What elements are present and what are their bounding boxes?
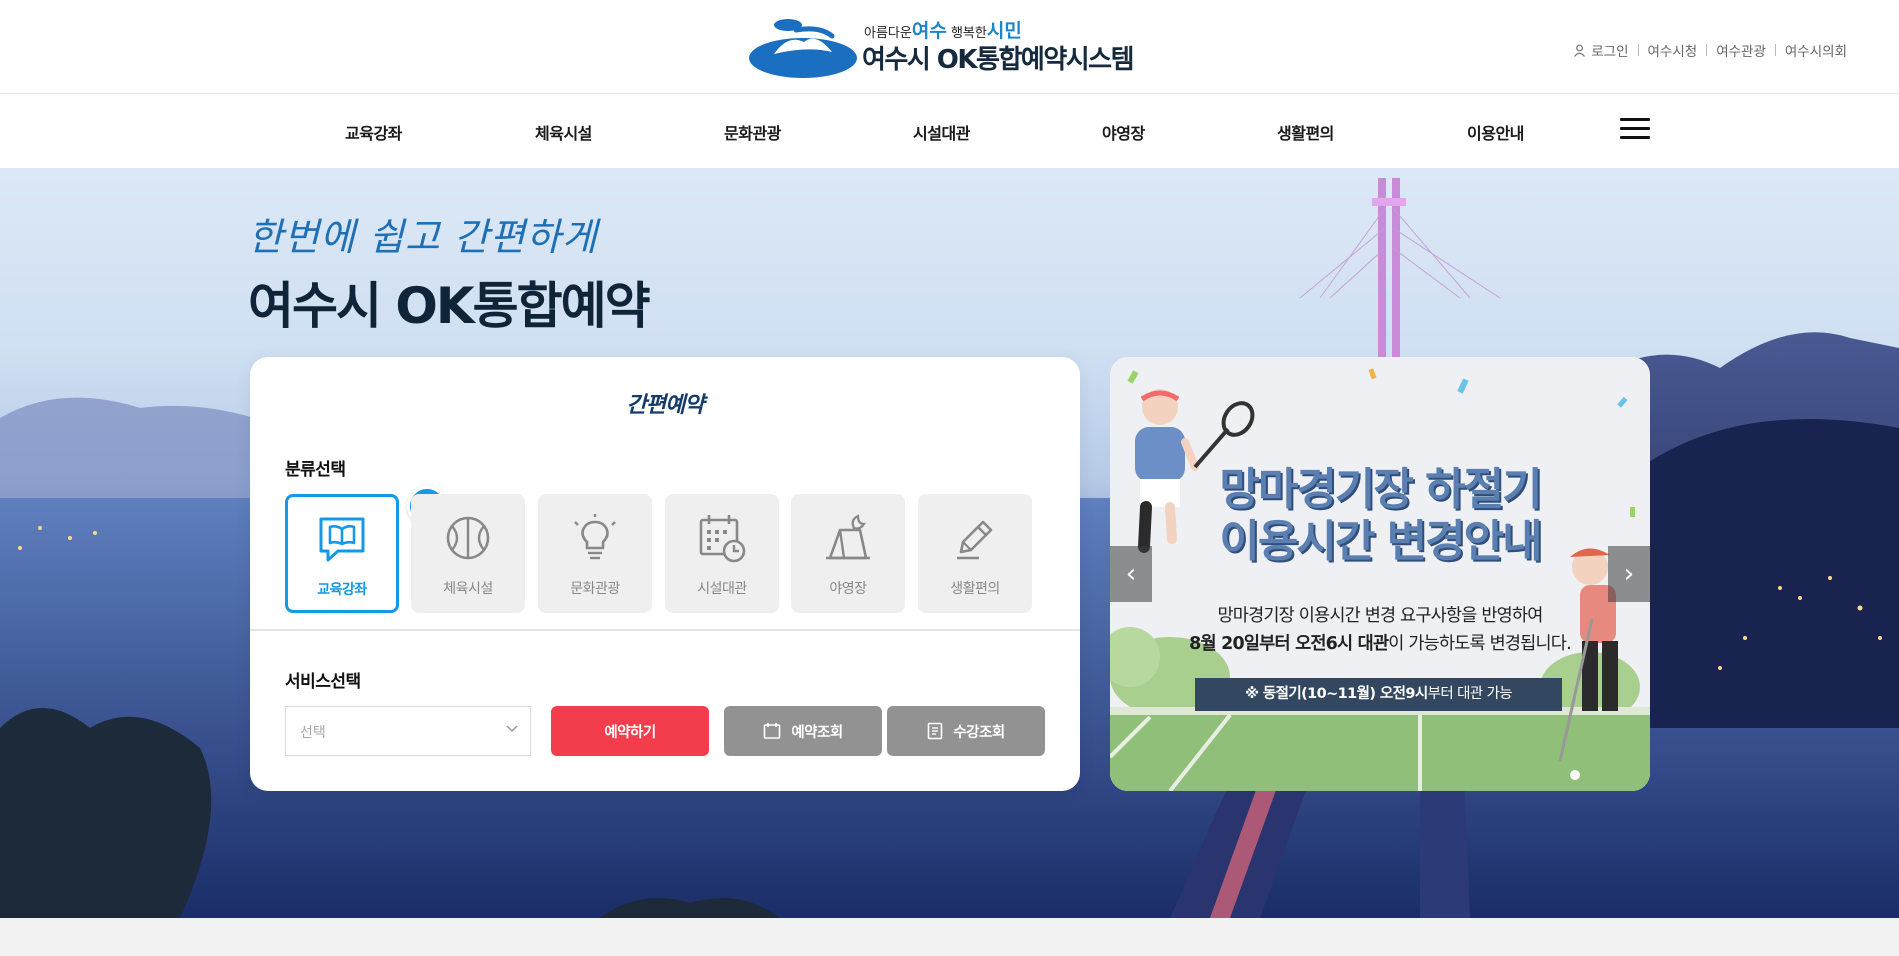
category-facility-rental[interactable]: 시설대관: [665, 494, 779, 613]
person-icon: [1574, 44, 1586, 57]
nav-item-guide[interactable]: 이용안내: [1467, 120, 1524, 144]
yeosu-cityhall-link[interactable]: 여수시청: [1648, 40, 1698, 60]
hero-title: 여수시 OK통합예약: [248, 277, 651, 335]
reservation-lookup-button[interactable]: 예약조회: [724, 706, 882, 756]
logo-title: 여수시 OK통합예약시스템: [862, 45, 1135, 75]
main-navigation: 교육강좌 체육시설 문화관광 시설대관 야영장 생활편의 이용안내: [0, 94, 1899, 168]
category-label: 시설대관: [697, 581, 747, 597]
document-list-icon: [928, 722, 943, 740]
nav-item-convenience[interactable]: 생활편의: [1277, 120, 1334, 144]
lightbulb-icon: [538, 512, 652, 564]
site-header: 아름다운여수 행복한시민 여수시 OK통합예약시스템 로그인 여수시청 여수관광…: [0, 0, 1899, 94]
util-divider: [1706, 44, 1708, 56]
category-label: 생활편의: [950, 581, 1000, 597]
calendar-icon: [764, 723, 781, 739]
category-culture[interactable]: 문화관광: [538, 494, 652, 613]
service-select[interactable]: 선택: [285, 706, 531, 756]
category-camping[interactable]: 야영장: [791, 494, 905, 613]
service-select-placeholder: 선택: [300, 725, 326, 741]
banner-headline-line2: 이용시간 변경안내: [1219, 516, 1542, 567]
yeosu-logo-mark-icon: [749, 19, 857, 78]
category-sports[interactable]: 체육시설: [411, 494, 525, 613]
nav-item-education[interactable]: 교육강좌: [345, 120, 402, 144]
site-logo[interactable]: 아름다운여수 행복한시민 여수시 OK통합예약시스템: [748, 14, 1158, 78]
category-education[interactable]: 교육강좌: [285, 486, 447, 613]
calendar-clock-icon: [665, 512, 779, 564]
hero-script-text: 한번에 쉽고 간편하게: [248, 215, 598, 259]
hamburger-icon[interactable]: [1620, 118, 1650, 142]
nav-item-camping[interactable]: 야영장: [1102, 120, 1145, 144]
book-chat-icon: [288, 513, 396, 565]
banner-prev-button[interactable]: ‹: [1110, 546, 1152, 602]
quick-booking-card: 간편예약 분류선택 교육강좌 체육시설 문화관광 시설대관 야영장 생활편의 서…: [250, 357, 1080, 791]
util-divider: [1774, 44, 1776, 56]
banner-subtext-line1: 망마경기장 이용시간 변경 요구사항을 반영하여: [1217, 606, 1543, 626]
quick-booking-title: 간편예약: [250, 387, 1080, 419]
category-label: 교육강좌: [317, 582, 367, 598]
utility-links: 로그인 여수시청 여수관광 여수시의회: [1573, 40, 1847, 60]
tent-moon-icon: [791, 512, 905, 564]
pencil-icon: [918, 512, 1032, 564]
banner-illustration: [1110, 357, 1650, 791]
chevron-down-icon: [506, 725, 518, 733]
category-label: 야영장: [829, 581, 867, 597]
banner-subtext-line2: 8월 20일부터 오전6시 대관이 가능하도록 변경됩니다.: [1189, 634, 1571, 654]
nav-item-culture[interactable]: 문화관광: [724, 120, 781, 144]
login-link[interactable]: 로그인: [1573, 40, 1629, 60]
category-label: 문화관광: [570, 581, 620, 597]
banner-headline-line1: 망마경기장 하절기: [1219, 464, 1542, 515]
util-divider: [1637, 44, 1639, 56]
banner-next-button[interactable]: ›: [1608, 546, 1650, 602]
banner-note: ※ 동절기(10~11월) 오전9시부터 대관 가능: [1195, 678, 1562, 711]
reserve-button[interactable]: 예약하기: [551, 706, 709, 756]
nav-item-facility-rental[interactable]: 시설대관: [913, 120, 970, 144]
service-select-label: 서비스선택: [285, 672, 361, 692]
category-select-label: 분류선택: [285, 460, 346, 480]
page-bottom-strip: [0, 918, 1899, 956]
category-convenience[interactable]: 생활편의: [918, 494, 1032, 613]
yeosu-council-link[interactable]: 여수시의회: [1785, 40, 1847, 60]
nav-item-sports[interactable]: 체육시설: [535, 120, 592, 144]
yeosu-tourism-link[interactable]: 여수관광: [1716, 40, 1766, 60]
notice-banner-slider[interactable]: 망마경기장 하절기 이용시간 변경안내 망마경기장 이용시간 변경 요구사항을 …: [1110, 357, 1650, 791]
category-label: 체육시설: [443, 581, 493, 597]
ball-icon: [411, 512, 525, 564]
course-lookup-button[interactable]: 수강조회: [887, 706, 1045, 756]
section-divider: [250, 629, 1080, 631]
